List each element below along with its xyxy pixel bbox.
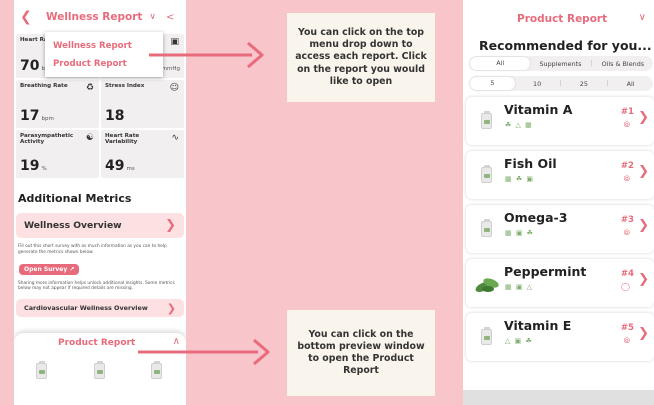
benefit-icons: ▦ ▣ ☘ xyxy=(505,229,534,237)
peppermint-leaf-icon xyxy=(475,278,499,292)
product-name: Fish Oil xyxy=(504,156,557,171)
benefit-icons: ☘ △ ▦ xyxy=(505,121,533,129)
product-card-peppermint[interactable]: Peppermint ▦ ▣ △ #4 ◯ ❯ xyxy=(466,259,654,307)
filter-oils-blends[interactable]: Oils & Blends xyxy=(593,60,653,68)
chevron-right-icon: ❯ xyxy=(166,301,176,315)
survey-description: Fill out this short survey with as much … xyxy=(18,244,167,255)
metric-label: Parasympathetic Activity xyxy=(20,133,74,146)
product-rank: #5 xyxy=(620,323,634,333)
callout-top: You can click on the top menu drop down … xyxy=(287,13,435,102)
drop-icon: ◯ xyxy=(621,282,630,291)
metric-parasympathetic[interactable]: Parasympathetic Activity ☯ 19% xyxy=(16,130,99,178)
report-dropdown-chevron-icon[interactable]: ∨ xyxy=(149,12,156,22)
additional-metrics-heading: Additional Metrics xyxy=(18,192,132,205)
product-bottle-icon xyxy=(481,327,492,345)
pill-icon: ⦾ xyxy=(623,228,630,237)
external-link-icon: ↗ xyxy=(69,265,75,273)
filter-all[interactable]: All xyxy=(470,57,531,70)
metric-stress-index[interactable]: Stress Index ☺ 18 xyxy=(101,80,184,128)
product-rank: #3 xyxy=(620,215,634,225)
chevron-right-icon: ❯ xyxy=(638,326,649,341)
product-report-preview[interactable]: Product Report ∧ xyxy=(14,333,186,405)
product-name: Omega-3 xyxy=(504,210,568,225)
product-card-omega-3[interactable]: Omega-3 ▦ ▣ ☘ #3 ⦾ ❯ xyxy=(466,205,654,253)
product-card-vitamin-e[interactable]: Vitamin E △ ▣ ☘ #5 ⦾ ❯ xyxy=(466,313,654,361)
chevron-right-icon: ❯ xyxy=(638,110,649,125)
benefit-icons: ▦ ☘ ▣ xyxy=(505,175,534,183)
wellness-overview-title: Wellness Overview xyxy=(24,220,122,231)
pill-icon: ⦾ xyxy=(623,120,630,129)
nerve-icon: ☯ xyxy=(85,133,94,143)
count-filter: 5 10 | 25 | All xyxy=(469,76,653,91)
wellness-overview-card[interactable]: Wellness Overview ❯ xyxy=(16,213,184,238)
metric-value: 70 b xyxy=(20,58,45,74)
benefit-icons: ▦ ▣ △ xyxy=(505,283,534,291)
product-card-vitamin-a[interactable]: Vitamin A ☘ △ ▦ #1 ⦾ ❯ xyxy=(466,97,654,145)
menu-item-wellness-report[interactable]: Wellness Report xyxy=(53,37,155,55)
additional-metrics-section: Additional Metrics Wellness Overview ❯ F… xyxy=(16,183,184,318)
product-rank: #1 xyxy=(620,107,634,117)
chevron-right-icon: ❯ xyxy=(165,218,176,233)
pulse-icon: ∿ xyxy=(171,133,179,143)
report-title[interactable]: Wellness Report xyxy=(46,11,142,23)
product-bottle-icon xyxy=(481,165,492,183)
product-name: Vitamin E xyxy=(504,318,572,333)
product-bottle-icon xyxy=(151,361,162,379)
benefit-icons: △ ▣ ☘ xyxy=(505,337,533,345)
lungs-icon: ♻ xyxy=(85,83,94,93)
product-bottle-icon xyxy=(481,111,492,129)
sharing-note: Sharing more information helps unlock ad… xyxy=(18,280,175,292)
wellness-header: ❮ Wellness Report ∨ < xyxy=(14,0,186,34)
product-bottle-icon xyxy=(94,361,105,379)
product-report-title[interactable]: Product Report xyxy=(517,13,607,25)
metric-label: Heart Rate Variability xyxy=(105,133,140,146)
product-name: Peppermint xyxy=(504,264,587,279)
report-dropdown-menu: Wellness Report Product Report xyxy=(45,32,163,77)
menu-item-product-report[interactable]: Product Report xyxy=(53,55,155,73)
pill-icon: ⦾ xyxy=(623,336,630,345)
count-5[interactable]: 5 xyxy=(470,77,515,90)
bottom-bar xyxy=(463,390,654,405)
product-rank: #4 xyxy=(620,269,634,279)
product-bottle-icon xyxy=(481,219,492,237)
product-card-fish-oil[interactable]: Fish Oil ▦ ☘ ▣ #2 ⦾ ❯ xyxy=(466,151,654,199)
cardio-overview-title: Cardiovascular Wellness Overview xyxy=(24,304,148,313)
count-all[interactable]: All xyxy=(608,80,653,88)
category-filter: All Supplements | Oils & Blends xyxy=(469,56,653,71)
count-25[interactable]: 25 xyxy=(562,80,607,88)
metric-hrv[interactable]: Heart Rate Variability ∿ 49 ms xyxy=(101,130,184,178)
callout-bottom: You can click on the bottom preview wind… xyxy=(287,310,435,396)
smile-icon: ☺ xyxy=(169,83,179,93)
metric-label: Stress Index xyxy=(105,83,145,89)
gauge-icon: ▣ xyxy=(170,37,179,47)
chevron-right-icon: ❯ xyxy=(638,164,649,179)
product-rank: #2 xyxy=(620,161,634,171)
share-icon[interactable]: < xyxy=(166,12,174,23)
product-report-screen: Product Report ∨ Recommended for you... … xyxy=(463,0,654,405)
back-chevron-icon[interactable]: ❮ xyxy=(20,9,36,25)
product-bottle-icon xyxy=(36,361,47,379)
chevron-up-icon[interactable]: ∧ xyxy=(173,336,180,347)
metric-breathing-rate[interactable]: Breathing Rate ♻ 17 bpm xyxy=(16,80,99,128)
chevron-right-icon: ❯ xyxy=(638,272,649,287)
recommended-heading: Recommended for you... xyxy=(479,38,652,53)
chevron-down-icon[interactable]: ∨ xyxy=(639,12,646,23)
product-name: Vitamin A xyxy=(504,102,573,117)
preview-title: Product Report xyxy=(58,338,136,348)
cardio-overview-card[interactable]: Cardiovascular Wellness Overview ❯ xyxy=(16,299,184,318)
count-10[interactable]: 10 xyxy=(515,80,560,88)
wellness-report-screen: ❮ Wellness Report ∨ < Heart Rate 70b ure… xyxy=(14,0,186,405)
product-header: Product Report ∨ xyxy=(463,0,654,37)
chevron-right-icon: ❯ xyxy=(638,218,649,233)
metric-label: Breathing Rate xyxy=(20,83,68,89)
filter-supplements[interactable]: Supplements xyxy=(530,60,590,68)
open-survey-button[interactable]: Open Survey ↗ xyxy=(19,263,80,275)
pill-icon: ⦾ xyxy=(623,174,630,183)
